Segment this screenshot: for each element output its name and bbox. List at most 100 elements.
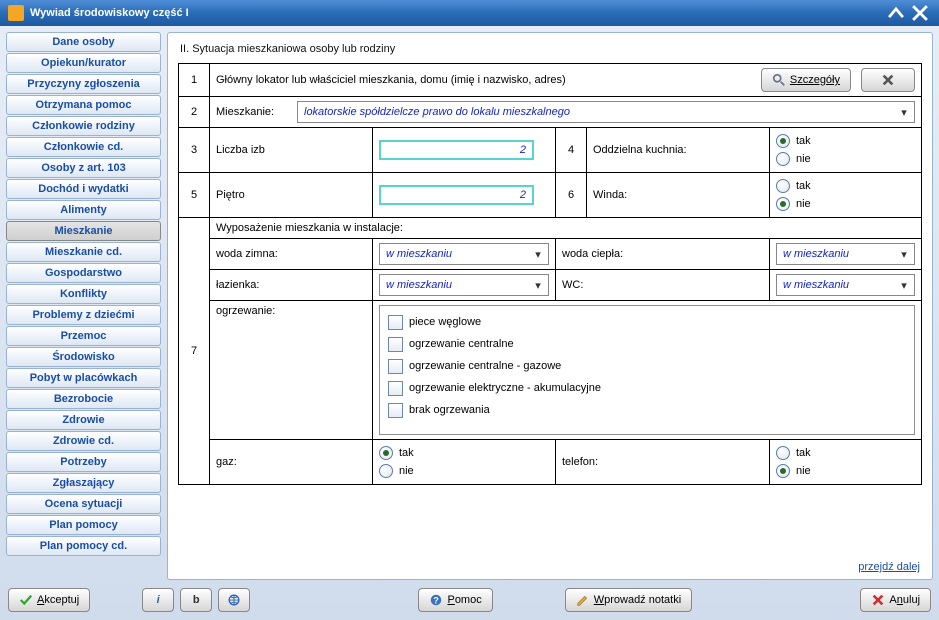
window-title: Wywiad środowiskowy część I: [30, 7, 189, 19]
sidebar-item[interactable]: Przemoc: [6, 326, 161, 346]
sidebar-item[interactable]: Zgłaszający: [6, 473, 161, 493]
details-button[interactable]: Szczegóły: [761, 68, 851, 92]
section-title: II. Sytuacja mieszkaniowa osoby lub rodz…: [180, 43, 922, 55]
phone-yes[interactable]: tak: [776, 444, 915, 462]
sidebar-item[interactable]: Potrzeby: [6, 452, 161, 472]
sidebar-item[interactable]: Ocena sytuacji: [6, 494, 161, 514]
sidebar-item[interactable]: Zdrowie: [6, 410, 161, 430]
radio-icon: [776, 464, 790, 478]
gas-yes[interactable]: tak: [379, 444, 549, 462]
gas-no[interactable]: nie: [379, 462, 549, 480]
window-up-icon[interactable]: [885, 4, 907, 22]
sidebar-item[interactable]: Dane osoby: [6, 32, 161, 52]
apartment-type-select[interactable]: lokatorskie spółdzielcze prawo do lokalu…: [297, 101, 915, 123]
kitchen-yes[interactable]: tak: [776, 132, 915, 150]
floor-input[interactable]: [379, 185, 534, 205]
sidebar-item[interactable]: Mieszkanie cd.: [6, 242, 161, 262]
sidebar-item[interactable]: Gospodarstwo: [6, 263, 161, 283]
close-icon[interactable]: [909, 4, 931, 22]
hotwater-select[interactable]: w mieszkaniu ▾: [776, 243, 915, 265]
globe-button[interactable]: [218, 588, 250, 612]
heating-option[interactable]: ogrzewanie centralne - gazowe: [388, 356, 906, 376]
checkbox-icon: [388, 359, 403, 374]
info-icon: i: [157, 594, 160, 606]
sidebar-item[interactable]: Pobyt w placówkach: [6, 368, 161, 388]
checkbox-icon: [388, 403, 403, 418]
accept-button[interactable]: Akceptuj: [8, 588, 90, 612]
bold-icon: b: [193, 594, 200, 606]
clear-button[interactable]: [861, 68, 915, 92]
help-button[interactable]: ? Pomoc: [418, 588, 492, 612]
bathroom-select[interactable]: w mieszkaniu ▾: [379, 274, 549, 296]
bold-button[interactable]: b: [180, 588, 212, 612]
phone-label: telefon:: [556, 440, 770, 485]
chevron-down-icon: ▾: [896, 106, 912, 119]
radio-icon: [776, 134, 790, 148]
radio-icon: [776, 179, 790, 193]
accept-label: kceptuj: [44, 594, 79, 606]
magnifier-icon: [772, 73, 786, 87]
radio-icon: [776, 197, 790, 211]
row2-label: Mieszkanie:: [216, 106, 291, 118]
notes-button[interactable]: Wprowadź notatki: [565, 588, 692, 612]
sidebar-item[interactable]: Środowisko: [6, 347, 161, 367]
chevron-down-icon: ▾: [530, 279, 546, 292]
sidebar-item[interactable]: Otrzymana pomoc: [6, 95, 161, 115]
kitchen-label: Oddzielna kuchnia:: [587, 128, 770, 173]
sidebar-item[interactable]: Plan pomocy cd.: [6, 536, 161, 556]
sidebar-item[interactable]: Zdrowie cd.: [6, 431, 161, 451]
sidebar-item[interactable]: Dochód i wydatki: [6, 179, 161, 199]
sidebar-item[interactable]: Problemy z dziećmi: [6, 305, 161, 325]
row5-num: 5: [179, 173, 210, 218]
main-panel: II. Sytuacja mieszkaniowa osoby lub rodz…: [167, 32, 933, 580]
footer: Akceptuj i b ? Pomoc Wprowadź notatki: [0, 580, 939, 620]
checkbox-icon: [388, 337, 403, 352]
next-link[interactable]: przejdź dalej: [858, 561, 920, 573]
phone-no[interactable]: nie: [776, 462, 915, 480]
sidebar-item[interactable]: Opiekun/kurator: [6, 53, 161, 73]
info-button[interactable]: i: [142, 588, 174, 612]
elevator-yes[interactable]: tak: [776, 177, 915, 195]
form-table: 1 Główny lokator lub właściciel mieszkan…: [178, 63, 922, 485]
app-icon: [8, 5, 24, 21]
coldwater-label: woda zimna:: [210, 239, 373, 270]
heating-panel: piece węgloweogrzewanie centralneogrzewa…: [379, 305, 915, 435]
heating-option[interactable]: ogrzewanie centralne: [388, 334, 906, 354]
elevator-label: Winda:: [587, 173, 770, 218]
sidebar-item[interactable]: Osoby z art. 103: [6, 158, 161, 178]
row1-num: 1: [179, 64, 210, 97]
sidebar-item[interactable]: Mieszkanie: [6, 221, 161, 241]
checkbox-icon: [388, 315, 403, 330]
check-icon: [19, 593, 33, 607]
sidebar-item[interactable]: Plan pomocy: [6, 515, 161, 535]
heating-option[interactable]: ogrzewanie elektryczne - akumulacyjne: [388, 378, 906, 398]
row7-num: 7: [179, 218, 210, 485]
sidebar-item[interactable]: Bezrobocie: [6, 389, 161, 409]
globe-icon: [227, 593, 241, 607]
sidebar-item[interactable]: Przyczyny zgłoszenia: [6, 74, 161, 94]
hotwater-label: woda ciepła:: [556, 239, 770, 270]
sidebar-item[interactable]: Członkowie cd.: [6, 137, 161, 157]
help-icon: ?: [429, 593, 443, 607]
chevron-down-icon: ▾: [896, 248, 912, 261]
cancel-button[interactable]: Anuluj: [860, 588, 931, 612]
heating-option[interactable]: brak ogrzewania: [388, 400, 906, 420]
sidebar-item[interactable]: Członkowie rodziny: [6, 116, 161, 136]
kitchen-no[interactable]: nie: [776, 150, 915, 168]
wc-label: WC:: [556, 270, 770, 301]
sidebar-item[interactable]: Konflikty: [6, 284, 161, 304]
chevron-down-icon: ▾: [896, 279, 912, 292]
heating-option[interactable]: piece węglowe: [388, 312, 906, 332]
pencil-icon: [576, 593, 590, 607]
svg-text:?: ?: [434, 596, 439, 606]
equip-title: Wyposażenie mieszkania w instalacje:: [210, 218, 922, 239]
wc-select[interactable]: w mieszkaniu ▾: [776, 274, 915, 296]
row1-desc: Główny lokator lub właściciel mieszkania…: [216, 74, 751, 86]
sidebar: Dane osobyOpiekun/kuratorPrzyczyny zgłos…: [6, 32, 161, 580]
sidebar-item[interactable]: Alimenty: [6, 200, 161, 220]
rooms-input[interactable]: [379, 140, 534, 160]
gas-label: gaz:: [210, 440, 373, 485]
cancel-icon: [871, 593, 885, 607]
coldwater-select[interactable]: w mieszkaniu ▾: [379, 243, 549, 265]
elevator-no[interactable]: nie: [776, 195, 915, 213]
